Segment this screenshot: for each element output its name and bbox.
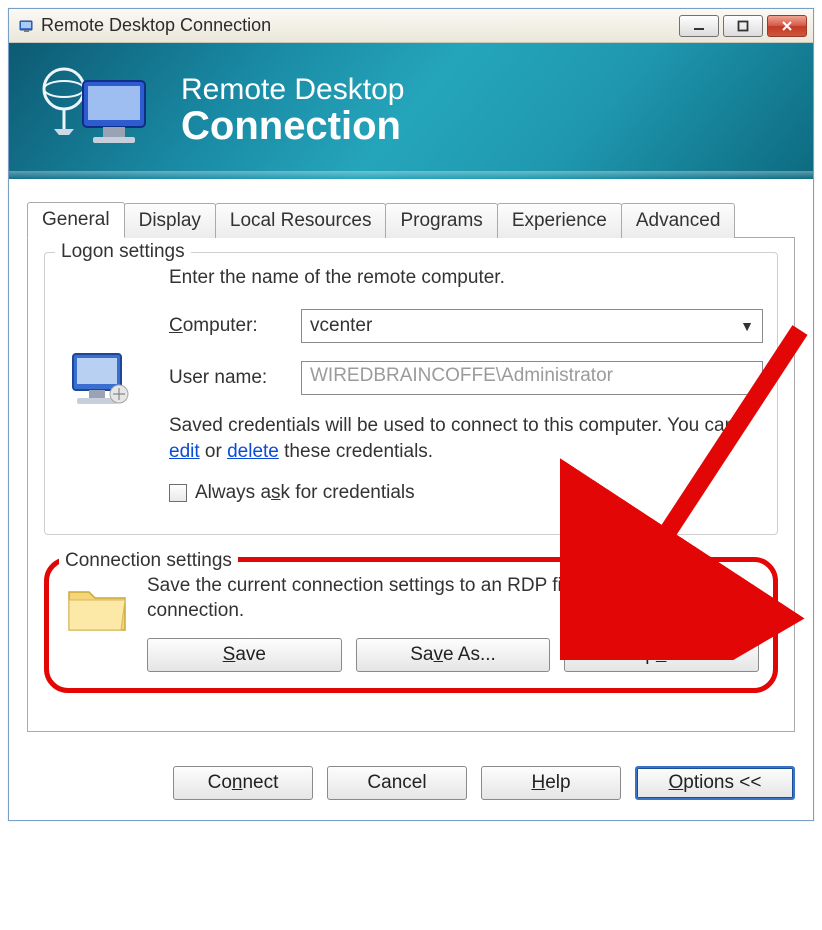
connection-text: Save the current connection settings to … — [147, 574, 759, 623]
logon-content: Enter the name of the remote computer. C… — [59, 267, 763, 504]
edit-credentials-link[interactable]: edit — [169, 441, 200, 462]
help-button[interactable]: Help — [481, 766, 621, 800]
saved-credentials-text: Saved credentials will be used to connec… — [169, 413, 763, 464]
connection-buttons: Save Save As... Open... — [147, 638, 759, 672]
content-area: General Display Local Resources Programs… — [9, 179, 813, 748]
footer-buttons: Connect Cancel Help Options << — [9, 748, 813, 820]
open-button[interactable]: Open... — [564, 638, 759, 672]
username-field-row: User name: WIREDBRAINCOFFE\Administrator — [169, 361, 763, 395]
tab-programs[interactable]: Programs — [385, 203, 497, 238]
rdp-icon — [15, 18, 35, 34]
dropdown-arrow-icon: ▼ — [740, 318, 754, 334]
computer-icon — [59, 348, 139, 418]
always-ask-checkbox[interactable] — [169, 484, 187, 502]
computer-value: vcenter — [310, 315, 372, 337]
username-input[interactable]: WIREDBRAINCOFFE\Administrator — [301, 361, 763, 395]
always-ask-label: Always ask for credentials — [195, 482, 415, 504]
cred-prefix: Saved credentials will be used to connec… — [169, 415, 735, 436]
tab-body: Logon settings Enter the name — [27, 238, 795, 732]
connection-content: Save the current connection settings to … — [63, 574, 759, 671]
group-logon-settings: Logon settings Enter the name — [44, 252, 778, 535]
username-label: User name: — [169, 367, 301, 389]
save-as-button[interactable]: Save As... — [356, 638, 551, 672]
computer-combo[interactable]: vcenter ▼ — [301, 309, 763, 343]
minimize-button[interactable] — [679, 15, 719, 37]
group-connection-title: Connection settings — [59, 550, 238, 572]
maximize-button[interactable] — [723, 15, 763, 37]
always-ask-row[interactable]: Always ask for credentials — [169, 482, 763, 504]
window-controls — [679, 15, 807, 37]
computer-field-row: Computer: vcenter ▼ — [169, 309, 763, 343]
cred-suffix: these credentials. — [279, 441, 433, 462]
tab-advanced[interactable]: Advanced — [621, 203, 736, 238]
tab-general[interactable]: General — [27, 202, 125, 238]
banner-text: Remote Desktop Connection — [181, 75, 404, 147]
remote-desktop-banner-icon — [39, 61, 159, 161]
group-connection-settings: Connection settings Save the current con… — [44, 557, 778, 692]
tab-local-resources[interactable]: Local Resources — [215, 203, 387, 238]
tab-display[interactable]: Display — [124, 203, 216, 238]
save-button[interactable]: Save — [147, 638, 342, 672]
options-button[interactable]: Options << — [635, 766, 795, 800]
delete-credentials-link[interactable]: delete — [227, 441, 279, 462]
cancel-button[interactable]: Cancel — [327, 766, 467, 800]
close-button[interactable] — [767, 15, 807, 37]
banner: Remote Desktop Connection — [9, 43, 813, 179]
banner-line1: Remote Desktop — [181, 75, 404, 105]
connect-button[interactable]: Connect — [173, 766, 313, 800]
group-logon-title: Logon settings — [55, 241, 191, 263]
tab-experience[interactable]: Experience — [497, 203, 622, 238]
logon-instruction: Enter the name of the remote computer. — [169, 267, 763, 289]
computer-label: Computer: — [169, 315, 301, 337]
folder-icon — [63, 578, 133, 638]
tab-strip: General Display Local Resources Programs… — [27, 201, 795, 238]
title-bar: Remote Desktop Connection — [9, 9, 813, 43]
banner-line2: Connection — [181, 105, 404, 147]
cred-or: or — [200, 441, 227, 462]
title-text: Remote Desktop Connection — [41, 15, 679, 36]
window-frame: Remote Desktop Connection Remote D — [8, 8, 814, 821]
